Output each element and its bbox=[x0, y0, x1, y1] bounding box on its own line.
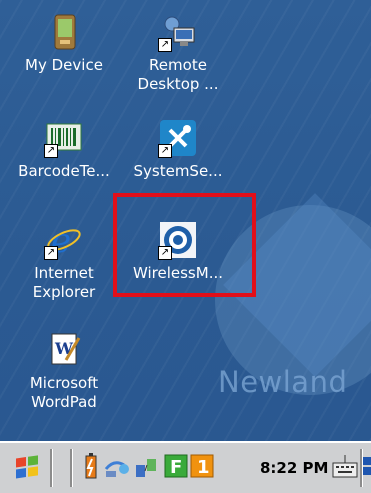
desktop-icon-system-settings[interactable]: ↗ SystemSe... bbox=[118, 120, 238, 181]
taskbar: F 1 8:22 PM bbox=[0, 441, 371, 493]
svg-text:W: W bbox=[54, 339, 74, 358]
barcode-icon: ↗ bbox=[44, 120, 82, 158]
shortcut-arrow-icon: ↗ bbox=[44, 246, 58, 260]
windows-flag-icon bbox=[16, 455, 38, 479]
remote-desktop-icon: ↗ bbox=[158, 14, 196, 52]
icon-label: SystemSe... bbox=[133, 162, 223, 180]
desktop-icon-wordpad[interactable]: W Microsoft WordPad bbox=[4, 332, 124, 412]
newland-watermark: Newland bbox=[218, 365, 348, 399]
function-key-f-icon[interactable]: F bbox=[164, 451, 188, 485]
icon-label: My Device bbox=[25, 56, 103, 74]
taskbar-separator bbox=[50, 449, 53, 487]
shortcut-arrow-icon: ↗ bbox=[44, 144, 58, 158]
network-tray-icon[interactable] bbox=[104, 451, 132, 485]
keyboard-icon[interactable] bbox=[331, 451, 359, 485]
icon-label: BarcodeTe... bbox=[18, 162, 110, 180]
svg-text:F: F bbox=[170, 457, 182, 478]
icon-label: Internet Explorer bbox=[32, 264, 96, 301]
input-mode-1-icon[interactable]: 1 bbox=[190, 451, 214, 485]
icon-label: Remote Desktop ... bbox=[137, 56, 219, 93]
clock[interactable]: 8:22 PM bbox=[260, 459, 328, 477]
desktop-icon-barcode[interactable]: ↗ BarcodeTe... bbox=[4, 120, 124, 181]
start-button[interactable] bbox=[12, 451, 42, 485]
internet-explorer-icon: e ↗ bbox=[44, 221, 82, 261]
show-desktop-icon[interactable] bbox=[363, 451, 371, 485]
icon-label: Microsoft WordPad bbox=[29, 374, 99, 411]
connectivity-tray-icon[interactable] bbox=[134, 451, 162, 485]
svg-text:1: 1 bbox=[197, 457, 210, 478]
desktop-icon-my-device[interactable]: My Device bbox=[4, 14, 124, 75]
shortcut-arrow-icon: ↗ bbox=[158, 38, 172, 52]
shortcut-arrow-icon: ↗ bbox=[158, 144, 172, 158]
desktop[interactable]: Newland My Device ↗ Remote Desktop ... ↗ … bbox=[0, 0, 371, 493]
taskbar-separator bbox=[70, 449, 73, 487]
selection-highlight bbox=[113, 193, 256, 297]
desktop-icon-remote-desktop[interactable]: ↗ Remote Desktop ... bbox=[118, 14, 238, 94]
desktop-icon-internet-explorer[interactable]: e ↗ Internet Explorer bbox=[4, 221, 124, 302]
battery-tray-icon[interactable] bbox=[80, 451, 102, 485]
wordpad-icon: W bbox=[46, 332, 82, 368]
tools-icon: ↗ bbox=[158, 120, 196, 158]
pda-device-icon bbox=[46, 14, 82, 50]
